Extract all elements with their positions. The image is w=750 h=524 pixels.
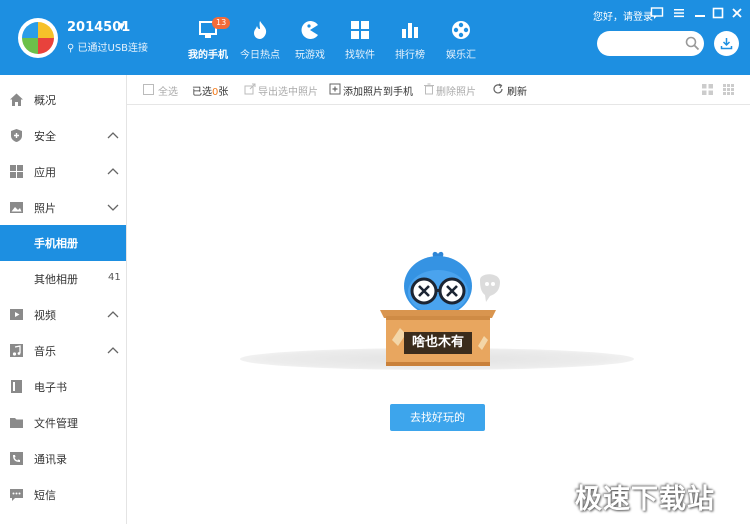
contacts-icon xyxy=(10,452,23,465)
download-manager-button[interactable] xyxy=(714,31,739,56)
maximize-icon[interactable] xyxy=(711,6,725,20)
nav-my-phone[interactable]: 13 我的手机 xyxy=(178,0,238,75)
selected-count-text: 已选0张 xyxy=(192,83,228,98)
nav-label: 我的手机 xyxy=(188,50,228,61)
usb-icon: ⚲ xyxy=(67,43,75,54)
minimize-icon[interactable] xyxy=(693,6,707,20)
flame-icon xyxy=(254,21,267,39)
title-bar: 2014501 ▼ ⚲ 已通过USB连接 13 我的手机 今日热点 玩游戏 找软… xyxy=(0,0,750,75)
chevron-up-icon[interactable] xyxy=(107,345,119,355)
export-icon xyxy=(244,83,256,95)
sidebar-item-label: 照片 xyxy=(34,202,56,215)
message-icon xyxy=(10,489,23,501)
select-all-label[interactable]: 全选 xyxy=(158,83,178,98)
chevron-down-icon[interactable] xyxy=(107,202,119,212)
chart-icon xyxy=(402,23,418,38)
sidebar-item-photos[interactable]: 照片 xyxy=(0,190,126,226)
sidebar-item-videos[interactable]: 视频 xyxy=(0,297,126,333)
sidebar-item-label: 电子书 xyxy=(34,381,67,394)
photo-icon xyxy=(10,202,23,213)
add-icon xyxy=(329,83,341,95)
apps-icon xyxy=(351,21,369,39)
video-icon xyxy=(10,309,23,320)
sidebar: 概况 安全 应用 照片 手机相册 其他相册 41 视频 音乐 电子书 文件管理 xyxy=(0,75,127,524)
sidebar-item-apps[interactable]: 应用 xyxy=(0,154,126,190)
nav-entertainment[interactable]: 娱乐汇 xyxy=(431,0,491,75)
shield-icon xyxy=(11,129,22,142)
nav-badge: 13 xyxy=(212,17,231,29)
nav-label: 娱乐汇 xyxy=(446,50,476,61)
sidebar-item-other-albums[interactable]: 其他相册 41 xyxy=(0,261,126,297)
sidebar-item-label: 通讯录 xyxy=(34,453,67,466)
list-view-icon[interactable] xyxy=(723,84,734,95)
export-photos-button[interactable]: 导出选中照片 xyxy=(258,83,318,98)
sidebar-item-label: 手机相册 xyxy=(34,237,78,250)
folder-icon xyxy=(10,418,23,428)
delete-photos-button[interactable]: 删除照片 xyxy=(436,83,476,98)
menu-icon[interactable] xyxy=(672,6,686,20)
connection-status: ⚲ 已通过USB连接 xyxy=(67,39,148,54)
trash-icon xyxy=(424,83,434,95)
sidebar-item-label: 短信 xyxy=(34,489,56,502)
sidebar-item-music[interactable]: 音乐 xyxy=(0,333,126,369)
grid-view-icon[interactable] xyxy=(702,84,713,95)
chevron-up-icon[interactable] xyxy=(107,130,119,140)
film-reel-icon xyxy=(452,21,470,39)
book-icon xyxy=(11,380,22,393)
music-icon xyxy=(10,344,23,357)
search-icon[interactable] xyxy=(685,36,700,51)
selected-suffix: 张 xyxy=(218,87,229,98)
sidebar-item-phone-album[interactable]: 手机相册 xyxy=(0,225,126,261)
refresh-icon xyxy=(493,83,503,94)
sidebar-item-file-manager[interactable]: 文件管理 xyxy=(0,405,126,441)
watermark: 极速下载站 xyxy=(575,484,715,515)
chevron-up-icon[interactable] xyxy=(107,166,119,176)
download-icon xyxy=(720,38,733,50)
find-fun-button[interactable]: 去找好玩的 xyxy=(390,404,485,431)
sidebar-item-label: 文件管理 xyxy=(34,417,78,430)
sidebar-item-label: 其他相册 xyxy=(34,273,78,286)
sidebar-item-ebooks[interactable]: 电子书 xyxy=(0,369,126,405)
chevron-up-icon[interactable] xyxy=(107,309,119,319)
close-icon[interactable] xyxy=(730,6,744,20)
sidebar-item-contacts[interactable]: 通讯录 xyxy=(0,441,126,477)
sidebar-item-label: 视频 xyxy=(34,309,56,322)
sidebar-item-label: 概况 xyxy=(34,94,56,107)
game-icon xyxy=(301,21,318,39)
grid-icon xyxy=(10,165,23,178)
add-photos-button[interactable]: 添加照片到手机 xyxy=(343,83,413,98)
album-count: 41 xyxy=(108,272,121,283)
sidebar-item-messages[interactable]: 短信 xyxy=(0,477,126,513)
empty-state-label: 啥也木有 xyxy=(404,332,472,354)
sidebar-item-overview[interactable]: 概况 xyxy=(0,82,126,118)
home-icon xyxy=(10,93,23,106)
connection-status-label: 已通过USB连接 xyxy=(77,43,149,54)
photo-toolbar: 全选 已选0张 导出选中照片 添加照片到手机 删除照片 刷新 xyxy=(127,75,750,105)
refresh-button[interactable]: 刷新 xyxy=(507,83,527,98)
sidebar-item-label: 应用 xyxy=(34,166,56,179)
feedback-icon[interactable] xyxy=(650,6,664,20)
select-all-checkbox[interactable] xyxy=(143,84,154,95)
sidebar-item-label: 音乐 xyxy=(34,345,56,358)
selected-prefix: 已选 xyxy=(192,87,212,98)
device-dropdown-icon[interactable]: ▼ xyxy=(118,22,125,32)
app-logo xyxy=(18,18,58,58)
sidebar-item-security[interactable]: 安全 xyxy=(0,118,126,154)
sidebar-item-label: 安全 xyxy=(34,130,56,143)
login-link[interactable]: 您好，请登录 xyxy=(593,8,653,23)
